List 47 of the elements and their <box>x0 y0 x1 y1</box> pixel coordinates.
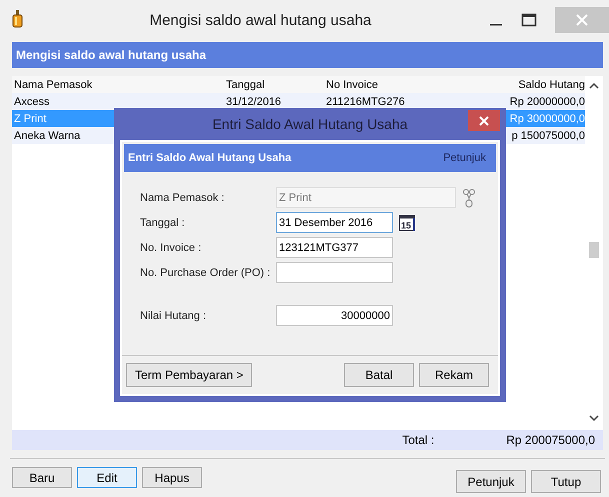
calendar-icon[interactable]: 15 <box>399 214 415 230</box>
dialog-title: Entri Saldo Awal Hutang Usaha <box>212 116 408 132</box>
table-cell: Aneka Warna <box>14 130 80 142</box>
picker-icon[interactable] <box>462 188 476 208</box>
dialog-header: Entri Saldo Awal Hutang Usaha <box>128 152 292 164</box>
column-header: Saldo Hutang <box>517 78 585 90</box>
scroll-down-icon[interactable] <box>589 414 599 422</box>
close-icon <box>479 116 489 126</box>
section-header: Mengisi saldo awal hutang usaha <box>12 42 603 68</box>
close-icon <box>576 14 588 26</box>
input-field[interactable]: 31 Desember 2016 <box>276 212 393 233</box>
term-button[interactable]: Term Pembayaran > <box>126 363 252 387</box>
column-header: Tanggal <box>226 78 266 90</box>
table-row[interactable]: Axcess 31/12/2016 211216MTG276 Rp 20000000,0 <box>12 93 585 110</box>
window-title: Mengisi saldo awal hutang usaha <box>148 12 372 28</box>
column-header: No Invoice <box>326 78 379 90</box>
field-label: No. Invoice : <box>140 242 202 254</box>
dialog-button[interactable]: Batal <box>344 363 414 387</box>
input-field[interactable]: 30000000 <box>276 305 393 326</box>
field-label: Tanggal : <box>140 216 186 228</box>
table-cell: Rp 30000000,0 <box>510 112 585 124</box>
column-header: Nama Pemasok <box>14 78 94 90</box>
field-label: No. Purchase Order (PO) : <box>140 266 272 278</box>
total-value: Rp 200075000,0 <box>506 433 595 447</box>
action-button[interactable]: Edit <box>77 467 137 488</box>
input-field[interactable]: 123121MTG377 <box>276 237 393 258</box>
table-cell: Z Print <box>14 112 46 124</box>
table-cell: p 150075000,0 <box>512 130 585 142</box>
app-icon <box>12 10 24 28</box>
close-button[interactable] <box>468 110 500 131</box>
action-button[interactable]: Tutup <box>531 470 601 493</box>
maximize-icon[interactable] <box>521 13 537 27</box>
field-label: Nilai Hutang : <box>140 310 208 322</box>
help-link[interactable]: Petunjuk <box>443 152 486 164</box>
field-label: Nama Pemasok : <box>140 192 226 204</box>
input-field[interactable] <box>276 262 393 283</box>
scroll-thumb[interactable] <box>589 242 599 258</box>
action-button[interactable]: Petunjuk <box>456 470 526 493</box>
total-label: Total : <box>402 433 434 447</box>
dialog-button[interactable]: Rekam <box>419 363 489 387</box>
table-cell: Axcess <box>14 96 50 108</box>
table-cell: Rp 20000000,0 <box>510 96 585 108</box>
table-cell: 31/12/2016 <box>226 96 282 108</box>
action-button[interactable]: Hapus <box>142 467 202 488</box>
scroll-up-icon[interactable] <box>589 82 599 90</box>
table-cell: 211216MTG276 <box>326 96 405 108</box>
action-button[interactable]: Baru <box>12 467 72 488</box>
